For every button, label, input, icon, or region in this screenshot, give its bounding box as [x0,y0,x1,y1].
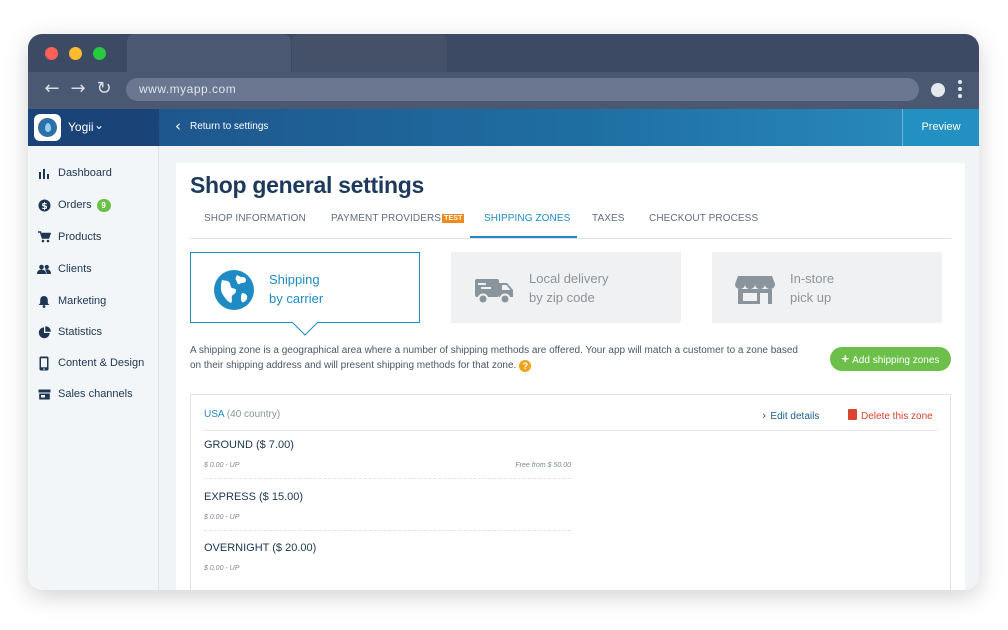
globe-icon [213,269,255,310]
people-icon [37,262,51,276]
edit-details-link[interactable]: › Edit details [762,409,819,422]
sidebar-item-dashboard[interactable]: Dashboard [37,164,112,182]
profile-icon[interactable] [931,83,945,97]
plus-icon: + [841,351,850,366]
sidebar: Dashboard $ Orders 9 Products Clients Ma… [28,146,159,590]
method-local-delivery[interactable]: Local delivery by zip code [451,252,681,323]
delete-zone-link[interactable]: Delete this zone [848,409,933,422]
shipping-rate-row[interactable]: EXPRESS ($ 15.00) $ 0.00 - UP [204,491,571,531]
app-logo [34,114,61,141]
sidebar-item-label: Dashboard [58,167,112,179]
selected-pointer [292,310,318,336]
cart-icon [37,230,51,244]
method-label: Local delivery by zip code [529,271,609,305]
sidebar-item-label: Orders [58,199,92,211]
close-window-button[interactable] [45,47,58,60]
browser-tab[interactable] [292,34,447,72]
back-arrow-icon[interactable]: ← [42,78,62,100]
browser-window: ← → ↻ www.myapp.com Yogii ⌄ ‹ Return to … [28,34,979,590]
sidebar-item-label: Statistics [58,326,103,338]
browser-tab-active[interactable] [127,34,291,72]
shipping-rate-row[interactable]: OVERNIGHT ($ 20.00) $ 0.00 - UP [204,542,571,572]
chevron-left-icon[interactable]: ‹ [175,117,181,135]
sidebar-item-orders[interactable]: $ Orders 9 [37,196,111,214]
sidebar-item-label: Sales channels [58,388,133,400]
truck-icon [473,268,515,308]
pie-chart-icon [37,325,51,339]
orders-count-badge: 9 [96,198,111,212]
forward-arrow-icon[interactable]: → [68,78,88,100]
browser-menu-icon[interactable] [957,80,963,100]
divider [204,478,571,479]
chevron-down-icon: ⌄ [94,118,105,132]
bell-icon [37,294,51,308]
sidebar-item-label: Products [58,231,102,243]
svg-text:$: $ [41,202,47,212]
shipping-rate-row[interactable]: GROUND ($ 7.00) $ 0.00 - UP Free from $ … [204,439,571,479]
rate-range: $ 0.00 - UP [204,565,240,572]
preview-button[interactable]: Preview [902,109,979,146]
maximize-window-button[interactable] [93,47,106,60]
sidebar-item-products[interactable]: Products [37,228,101,246]
browser-titlebar [28,34,979,72]
zone-country[interactable]: USA [204,409,224,420]
brand-name: Yogii [68,120,94,134]
bar-chart-icon [37,166,51,180]
return-to-settings-link[interactable]: Return to settings [190,121,268,132]
rate-range: $ 0.00 - UP [204,462,240,469]
tab-checkout-process[interactable]: CHECKOUT PROCESS [649,213,758,224]
tab-shop-information[interactable]: SHOP INFORMATION [204,213,306,224]
rate-name: OVERNIGHT ($ 20.00) [204,542,317,554]
sidebar-item-statistics[interactable]: Statistics [37,323,102,341]
minimize-window-button[interactable] [69,47,82,60]
sidebar-item-content-design[interactable]: Content & Design [37,354,144,372]
method-label: Shipping by carrier [269,272,324,306]
zone-header: USA (40 country) [204,409,280,420]
url-bar[interactable]: www.myapp.com [126,78,919,101]
zone-country-count: (40 country) [226,409,281,420]
rate-range: $ 0.00 - UP [204,514,240,521]
chevron-right-icon: › [762,409,767,422]
app-header: Yogii ⌄ ‹ Return to settings Preview [28,109,979,146]
store-icon [37,387,51,401]
reload-icon[interactable]: ↻ [94,78,114,100]
shipping-zone-description: A shipping zone is a geographical area w… [190,345,798,372]
tab-label: PAYMENT PROVIDERS [331,213,442,224]
shipping-zone-panel: USA (40 country) › Edit details Delete th… [190,394,951,590]
dollar-icon: $ [37,198,51,212]
settings-card: Shop general settings SHOP INFORMATION P… [176,163,965,590]
settings-tabs: SHOP INFORMATION PAYMENT PROVIDERS TEST S… [190,207,951,239]
rate-name: GROUND ($ 7.00) [204,439,294,451]
method-in-store-pickup[interactable]: In-store pick up [712,252,942,323]
phone-icon [37,356,51,370]
sidebar-item-sales-channels[interactable]: Sales channels [37,385,133,403]
store-icon [734,268,776,308]
rate-note: Free from $ 50.00 [515,462,571,469]
rate-name: EXPRESS ($ 15.00) [204,491,304,503]
help-icon[interactable]: ? [519,360,532,372]
trash-icon [848,409,857,420]
sidebar-item-clients[interactable]: Clients [37,260,92,278]
active-tab-indicator [470,236,577,238]
tab-shipping-zones[interactable]: SHIPPING ZONES [484,213,570,224]
sidebar-item-marketing[interactable]: Marketing [37,292,106,310]
sidebar-item-label: Clients [58,263,92,275]
tab-payment-providers[interactable]: PAYMENT PROVIDERS TEST [331,213,465,224]
method-label: In-store pick up [790,271,835,305]
sidebar-item-label: Marketing [58,295,107,307]
method-shipping-by-carrier[interactable]: Shipping by carrier [190,252,420,336]
divider [204,530,571,531]
browser-toolbar: ← → ↻ www.myapp.com [28,72,979,109]
page-title: Shop general settings [190,172,424,198]
brand-switcher[interactable]: Yogii ⌄ [28,109,159,146]
sidebar-item-label: Content & Design [58,357,145,369]
tab-taxes[interactable]: TAXES [592,213,625,224]
add-shipping-zones-button[interactable]: + Add shipping zones [830,347,951,371]
test-badge: TEST [442,214,465,223]
divider [203,430,938,431]
